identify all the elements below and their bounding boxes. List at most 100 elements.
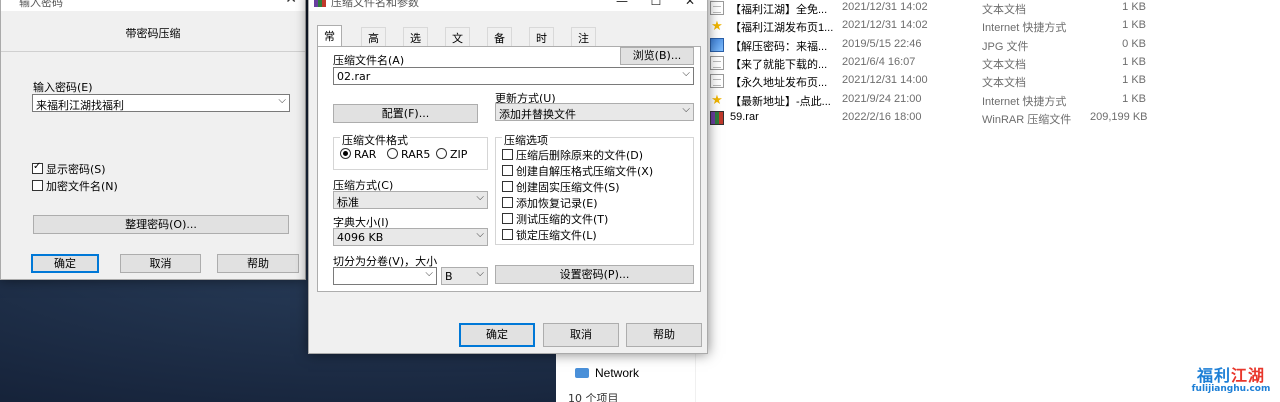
- chevron-down-icon[interactable]: ⌵: [476, 268, 484, 279]
- text-file-icon: [710, 74, 724, 89]
- nav-item-network[interactable]: Network: [575, 366, 639, 380]
- text-file-icon: [710, 1, 724, 15]
- organize-passwords-button[interactable]: 整理密码(O)...: [33, 215, 289, 234]
- chevron-down-icon[interactable]: ⌵: [278, 95, 286, 106]
- help-button[interactable]: 帮助: [217, 254, 299, 273]
- compression-option-checkbox[interactable]: 锁定压缩文件(L): [502, 227, 597, 243]
- internet-shortcut-icon: ★: [711, 18, 723, 34]
- browse-button[interactable]: 浏览(B)...: [620, 47, 694, 65]
- close-icon[interactable]: ✕: [673, 0, 707, 11]
- password-input[interactable]: 来福利江湖找福利 ⌵: [32, 94, 290, 112]
- dictionary-size-select[interactable]: 4096 KB ⌵: [333, 228, 488, 246]
- password-dialog-title: 输入密码: [19, 0, 63, 9]
- tab-3[interactable]: 文件: [445, 27, 470, 61]
- help-button[interactable]: 帮助: [626, 323, 702, 347]
- logo-text-blue: 福利: [1196, 366, 1231, 385]
- format-radio[interactable]: RAR5: [387, 148, 430, 161]
- file-row[interactable]: 59.rar 2022/2/16 18:00 WinRAR 压缩文件 209,199 …: [710, 109, 1270, 127]
- chevron-down-icon[interactable]: ⌵: [476, 229, 484, 240]
- profiles-button[interactable]: 配置(F)...: [333, 104, 478, 123]
- divider: [1, 51, 305, 52]
- file-type: Internet 快捷方式: [982, 95, 1067, 108]
- compression-option-label: 添加恢复记录(E): [516, 197, 598, 210]
- maximize-icon[interactable]: ☐: [639, 0, 673, 11]
- status-bar-item-count: 10 个项目: [568, 392, 619, 402]
- format-label: RAR5: [401, 148, 431, 161]
- chevron-down-icon[interactable]: ⌵: [476, 192, 484, 203]
- file-date: 2021/9/24 21:00: [842, 92, 922, 105]
- file-size: 1 KB: [1122, 19, 1146, 32]
- compression-method-select[interactable]: 标准 ⌵: [333, 191, 488, 209]
- format-radio[interactable]: RAR: [340, 148, 376, 161]
- file-name: 【永久地址发布页...: [730, 77, 828, 90]
- winrar-icon: [314, 0, 326, 7]
- jpg-file-icon: [710, 37, 724, 52]
- enter-password-label: 输入密码(E): [33, 81, 93, 94]
- file-type: JPG 文件: [982, 40, 1029, 53]
- tab-0[interactable]: 常规: [317, 25, 342, 59]
- compression-option-checkbox[interactable]: 压缩后删除原来的文件(D): [502, 147, 643, 163]
- tab-6[interactable]: 注释: [571, 27, 596, 61]
- file-row[interactable]: ★ 【福利江湖发布页1... 2021/12/31 14:02 Internet 快捷…: [710, 17, 1270, 35]
- checkbox-unchecked-icon: [502, 149, 513, 160]
- cancel-button[interactable]: 取消: [120, 254, 201, 273]
- chevron-down-icon[interactable]: ⌵: [682, 104, 690, 115]
- file-size: 1 KB: [1122, 1, 1146, 13]
- update-mode-value: 添加并替换文件: [499, 108, 576, 121]
- compression-option-checkbox[interactable]: 测试压缩的文件(T): [502, 211, 608, 227]
- file-row[interactable]: 【来了就能下载的... 2021/6/4 16:07 文本文档 1 KB: [710, 54, 1270, 72]
- file-name: 【福利江湖发布页1...: [730, 22, 834, 35]
- file-type: 文本文档: [982, 58, 1026, 71]
- ok-button[interactable]: 确定: [31, 254, 99, 273]
- encrypt-filenames-checkbox[interactable]: 加密文件名(N): [32, 178, 118, 194]
- tab-1[interactable]: 高级: [361, 27, 386, 61]
- archive-name-value: 02.rar: [337, 70, 371, 83]
- split-size-input[interactable]: ⌵: [333, 267, 437, 285]
- cancel-button[interactable]: 取消: [543, 323, 619, 347]
- compression-option-checkbox[interactable]: 添加恢复记录(E): [502, 195, 598, 211]
- file-row[interactable]: 【解压密码：来福... 2019/5/15 22:46 JPG 文件 0 KB: [710, 36, 1270, 54]
- tab-2[interactable]: 选项: [403, 27, 428, 61]
- file-size: 1 KB: [1122, 92, 1146, 105]
- file-type: 文本文档: [982, 77, 1026, 90]
- checkbox-checked-icon: [32, 161, 43, 174]
- file-type: WinRAR 压缩文件: [982, 113, 1072, 126]
- checkbox-unchecked-icon: [502, 213, 513, 224]
- file-date: 2021/12/31 14:00: [842, 74, 928, 87]
- compression-option-label: 创建固实压缩文件(S): [516, 181, 620, 194]
- show-password-checkbox[interactable]: 显示密码(S): [32, 161, 106, 177]
- password-dialog-heading: 带密码压缩: [125, 27, 181, 40]
- format-radio[interactable]: ZIP: [436, 148, 467, 161]
- file-row[interactable]: 【永久地址发布页... 2021/12/31 14:00 文本文档 1 KB: [710, 72, 1270, 90]
- compression-option-checkbox[interactable]: 创建固实压缩文件(S): [502, 179, 620, 195]
- file-name: 【解压密码：来福...: [730, 40, 828, 53]
- update-mode-select[interactable]: 添加并替换文件 ⌵: [495, 103, 694, 121]
- chevron-down-icon[interactable]: ⌵: [682, 68, 690, 79]
- file-date: 2021/12/31 14:02: [842, 19, 928, 32]
- compression-method-value: 标准: [337, 196, 359, 209]
- archive-name-input[interactable]: 02.rar ⌵: [333, 67, 694, 85]
- tab-5[interactable]: 时间: [529, 27, 554, 61]
- dictionary-size-value: 4096 KB: [337, 231, 384, 244]
- tab-4[interactable]: 备份: [487, 27, 512, 61]
- watermark-logo: 福利江湖 fulijianghu.com: [1188, 362, 1274, 398]
- checkbox-unchecked-icon: [502, 197, 513, 208]
- password-dialog-titlebar: 输入密码 ✕: [1, 0, 305, 11]
- radio-unselected-icon: [436, 148, 447, 159]
- archive-format-label: 压缩文件格式: [340, 132, 410, 148]
- file-row[interactable]: ★ 【最新地址】-点此... 2021/9/24 21:00 Internet 快捷方…: [710, 91, 1270, 109]
- split-unit-select[interactable]: B ⌵: [441, 267, 488, 285]
- file-size: 209,199 KB: [1090, 110, 1148, 123]
- ok-button[interactable]: 确定: [459, 323, 535, 347]
- password-value: 来福利江湖找福利: [36, 99, 124, 112]
- compression-option-checkbox[interactable]: 创建自解压格式压缩文件(X): [502, 163, 653, 179]
- checkbox-unchecked-icon: [502, 181, 513, 192]
- file-type: 文本文档: [982, 4, 1026, 16]
- split-unit-value: B: [445, 270, 453, 283]
- set-password-button[interactable]: 设置密码(P)...: [495, 265, 694, 284]
- minimize-icon[interactable]: —: [605, 0, 639, 11]
- archive-name-label: 压缩文件名(A): [333, 54, 405, 67]
- close-icon[interactable]: ✕: [285, 0, 297, 7]
- file-row[interactable]: 【福利江湖】全免... 2021/12/31 14:02 文本文档 1 KB: [710, 0, 1270, 17]
- chevron-down-icon[interactable]: ⌵: [425, 268, 433, 279]
